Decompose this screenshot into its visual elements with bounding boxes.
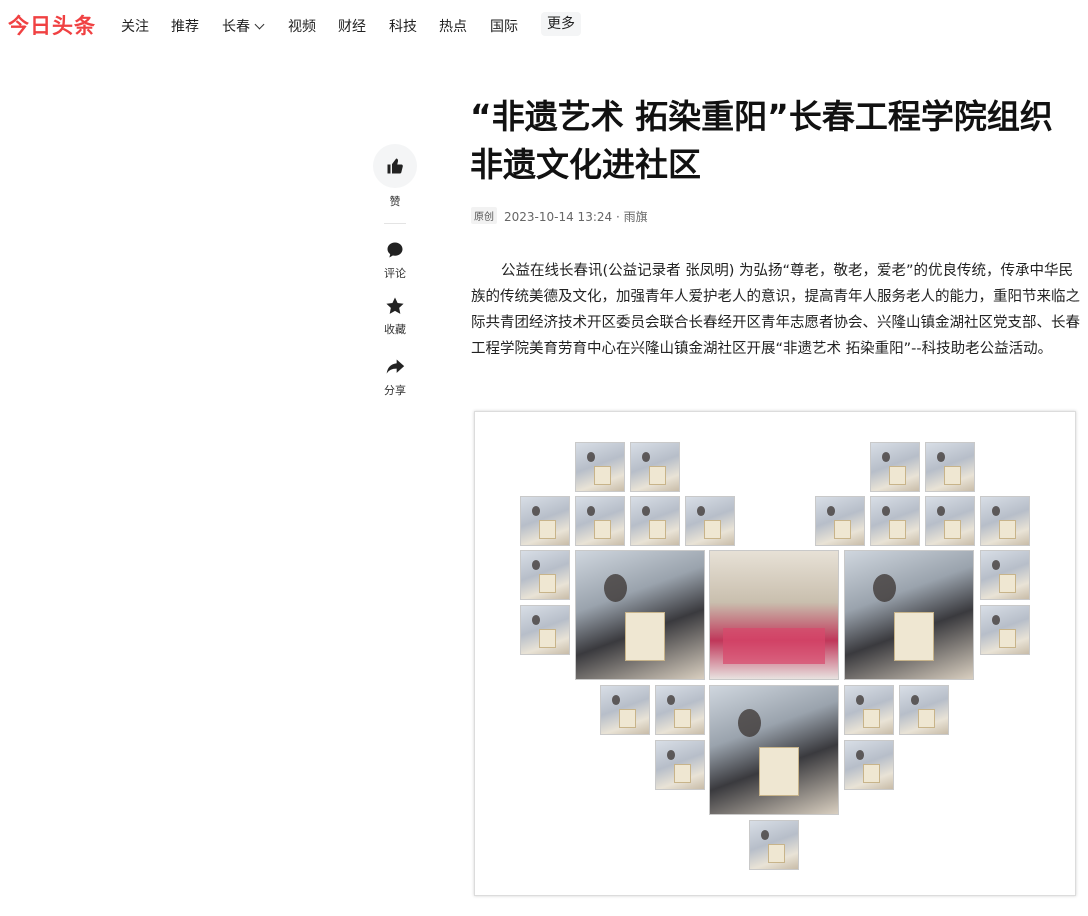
collage-photo — [520, 496, 570, 546]
like-action[interactable]: 赞 — [373, 144, 417, 209]
nav-item-changchun[interactable]: 长春 — [222, 16, 265, 36]
collage-photo — [844, 740, 894, 790]
star-icon — [386, 297, 404, 314]
nav-item-follow[interactable]: 关注 — [121, 16, 149, 36]
collage-photo — [899, 685, 949, 735]
collage-photo — [520, 605, 570, 655]
collage-photo — [980, 550, 1030, 600]
comment-action[interactable]: 评论 — [373, 240, 417, 280]
collage-photo-large — [575, 550, 705, 680]
nav-item-international[interactable]: 国际 — [490, 16, 518, 36]
nav-item-finance[interactable]: 财经 — [338, 16, 366, 36]
collage-photo — [685, 496, 735, 546]
collage-photo — [630, 442, 680, 492]
collage-photo — [844, 685, 894, 735]
collage-photo — [980, 496, 1030, 546]
chevron-down-icon — [254, 19, 265, 30]
article-date-author: 2023-10-14 13:24 · 雨旗 — [504, 210, 648, 224]
thumbs-up-icon — [387, 158, 403, 174]
like-label: 赞 — [389, 195, 401, 208]
collage-photo-large — [709, 685, 839, 815]
share-action[interactable]: 分享 — [373, 357, 417, 397]
original-badge: 原创 — [471, 207, 497, 224]
nav-item-recommend[interactable]: 推荐 — [171, 16, 199, 36]
collage-photo-large — [844, 550, 974, 680]
site-logo[interactable]: 今日头条 — [8, 10, 96, 40]
nav-more-button[interactable]: 更多 — [541, 12, 581, 36]
nav-item-changchun-label: 长春 — [222, 19, 250, 35]
article-paragraph: 公益在线长春讯(公益记录者 张凤明) 为弘扬“尊老，敬老，爱老”的优良传统，传承… — [471, 263, 1080, 357]
side-divider — [384, 223, 406, 224]
nav-item-hot[interactable]: 热点 — [439, 16, 467, 36]
collage-photo — [815, 496, 865, 546]
collage-photo — [870, 496, 920, 546]
article-meta: 原创 2023-10-14 13:24 · 雨旗 — [471, 207, 648, 225]
collage-photo — [925, 496, 975, 546]
collage-photo — [980, 605, 1030, 655]
collage-photo — [520, 550, 570, 600]
article-photo-collage[interactable] — [474, 411, 1076, 896]
collage-photo — [655, 740, 705, 790]
collage-photo — [925, 442, 975, 492]
collage-photo — [655, 685, 705, 735]
comment-icon — [387, 242, 403, 258]
collect-action[interactable]: 收藏 — [373, 296, 417, 336]
comment-label: 评论 — [384, 267, 406, 280]
collage-photo-large — [709, 550, 839, 680]
article-title: “非遗艺术 拓染重阳”长春工程学院组织非遗文化进社区 — [470, 97, 1053, 184]
collage-photo — [870, 442, 920, 492]
collage-photo — [575, 442, 625, 492]
nav-item-video[interactable]: 视频 — [288, 16, 316, 36]
nav-item-tech[interactable]: 科技 — [389, 16, 417, 36]
collage-photo — [749, 820, 799, 870]
like-button[interactable] — [373, 144, 417, 188]
collage-photo — [630, 496, 680, 546]
collage-photo — [600, 685, 650, 735]
top-nav: 今日头条 关注 推荐 长春 视频 财经 科技 热点 国际 更多 — [0, 0, 1088, 50]
collage-photo — [575, 496, 625, 546]
share-icon — [386, 359, 405, 374]
collect-label: 收藏 — [384, 323, 406, 336]
share-label: 分享 — [384, 384, 406, 397]
